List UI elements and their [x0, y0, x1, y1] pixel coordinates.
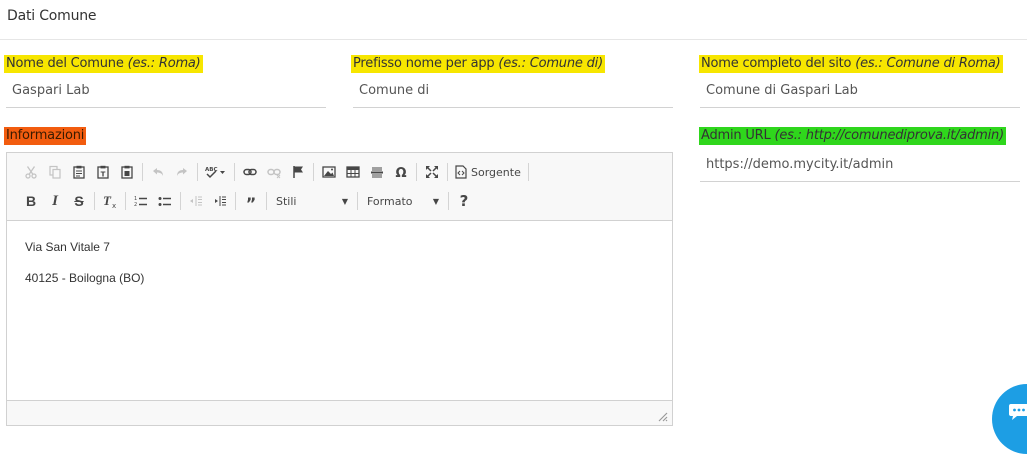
source-button-label: Sorgente: [471, 165, 521, 179]
maximize-icon[interactable]: [420, 160, 444, 184]
paste-icon[interactable]: [67, 160, 91, 184]
toolbar-separator: [313, 163, 314, 181]
toolbar-separator: [416, 163, 417, 181]
admin-url-hint: (es.: http://comunediprova.it/admin): [774, 128, 1005, 143]
italic-icon[interactable]: I: [43, 189, 67, 213]
link-icon[interactable]: [238, 160, 262, 184]
nome-comune-underline: [6, 107, 326, 108]
toolbar-separator: [125, 192, 126, 210]
chat-icon: [1009, 404, 1027, 420]
nome-sito-underline: [700, 107, 1020, 108]
editor-status-bar: [7, 400, 672, 425]
format-dropdown-label: Formato: [367, 194, 413, 208]
redo-icon[interactable]: [170, 160, 194, 184]
resize-handle-icon[interactable]: [658, 412, 668, 422]
source-icon: [455, 165, 467, 179]
svg-text:2: 2: [134, 202, 137, 208]
unlink-icon[interactable]: [262, 160, 286, 184]
toolbar-separator: [357, 192, 358, 210]
bulleted-list-icon[interactable]: [153, 189, 177, 213]
editor-paragraph: Via San Vitale 7: [25, 240, 110, 254]
bold-icon[interactable]: B: [19, 189, 43, 213]
paste-text-icon[interactable]: T: [91, 160, 115, 184]
cut-icon[interactable]: [19, 160, 43, 184]
toolbar-separator: [448, 192, 449, 210]
nome-comune-input[interactable]: Gaspari Lab: [12, 83, 90, 98]
chevron-down-icon: ▼: [341, 196, 348, 206]
nome-sito-hint: (es.: Comune di Roma): [855, 56, 1001, 71]
image-icon[interactable]: [317, 160, 341, 184]
prefisso-label: Prefisso nome per app (es.: Comune di): [351, 55, 605, 73]
nome-comune-label: Nome del Comune (es.: Roma): [4, 55, 203, 73]
help-button[interactable]: ?: [452, 189, 476, 213]
svg-text:T: T: [101, 171, 106, 179]
admin-url-input[interactable]: https://demo.mycity.it/admin: [706, 157, 893, 172]
chevron-down-icon: ▼: [432, 196, 439, 206]
toolbar-separator: [142, 163, 143, 181]
format-dropdown[interactable]: Formato ▼: [361, 190, 445, 212]
toolbar-separator: [234, 163, 235, 181]
toolbar-separator: [266, 192, 267, 210]
nome-sito-label-text: Nome completo del sito: [701, 56, 852, 71]
prefisso-input[interactable]: Comune di: [359, 83, 429, 98]
toolbar-separator: [197, 163, 198, 181]
toolbar-separator: [527, 163, 529, 181]
paste-word-icon[interactable]: [115, 160, 139, 184]
svg-text:Ω: Ω: [395, 166, 406, 179]
toolbar-separator: [94, 192, 95, 210]
strikethrough-icon[interactable]: S: [67, 189, 91, 213]
remove-format-icon[interactable]: Tx: [98, 189, 122, 213]
toolbar-separator: [180, 192, 181, 210]
svg-text:x: x: [112, 202, 116, 209]
styles-dropdown[interactable]: Stili ▼: [270, 190, 354, 212]
numbered-list-icon[interactable]: 12: [129, 189, 153, 213]
source-button[interactable]: Sorgente: [451, 160, 525, 184]
anchor-flag-icon[interactable]: [286, 160, 310, 184]
toolbar-row-2: B I S Tx 12 ” Stili ▼ Formato ▼ ?: [19, 188, 476, 214]
spellcheck-icon[interactable]: ABC: [201, 160, 231, 184]
admin-url-label: Admin URL (es.: http://comunediprova.it/…: [699, 127, 1006, 145]
editor-paragraph: 40125 - Boilogna (BO): [25, 271, 145, 285]
admin-url-label-text: Admin URL: [701, 128, 771, 143]
undo-icon[interactable]: [146, 160, 170, 184]
admin-url-underline: [700, 181, 1020, 182]
indent-icon[interactable]: [208, 189, 232, 213]
editor-content-area[interactable]: Via San Vitale 7 40125 - Boilogna (BO): [7, 221, 672, 401]
nome-sito-input[interactable]: Comune di Gaspari Lab: [706, 83, 858, 98]
outdent-icon[interactable]: [184, 189, 208, 213]
nome-sito-label: Nome completo del sito (es.: Comune di R…: [699, 55, 1003, 73]
toolbar-separator: [235, 192, 236, 210]
prefisso-label-text: Prefisso nome per app: [353, 56, 495, 71]
rich-text-editor: T ABC Ω Sorgente B I S T x 1 2 ” Stili ▼…: [6, 152, 673, 426]
informazioni-label: Informazioni: [4, 127, 87, 145]
horizontal-rule-icon[interactable]: [365, 160, 389, 184]
header-divider: [0, 39, 1027, 40]
page-title: Dati Comune: [7, 8, 97, 24]
editor-toolbar: T ABC Ω Sorgente B I S T x 1 2 ” Stili ▼…: [7, 153, 672, 221]
styles-dropdown-label: Stili: [276, 194, 297, 208]
svg-text:T: T: [103, 193, 112, 208]
prefisso-hint: (es.: Comune di): [498, 56, 603, 71]
nome-comune-hint: (es.: Roma): [127, 56, 201, 71]
nome-comune-label-text: Nome del Comune: [6, 56, 124, 71]
table-icon[interactable]: [341, 160, 365, 184]
prefisso-underline: [353, 107, 673, 108]
svg-text:”: ”: [246, 194, 257, 208]
special-char-icon[interactable]: Ω: [389, 160, 413, 184]
blockquote-icon[interactable]: ”: [239, 189, 263, 213]
toolbar-row-1: T ABC Ω Sorgente: [19, 159, 532, 185]
toolbar-separator: [447, 163, 448, 181]
copy-icon[interactable]: [43, 160, 67, 184]
